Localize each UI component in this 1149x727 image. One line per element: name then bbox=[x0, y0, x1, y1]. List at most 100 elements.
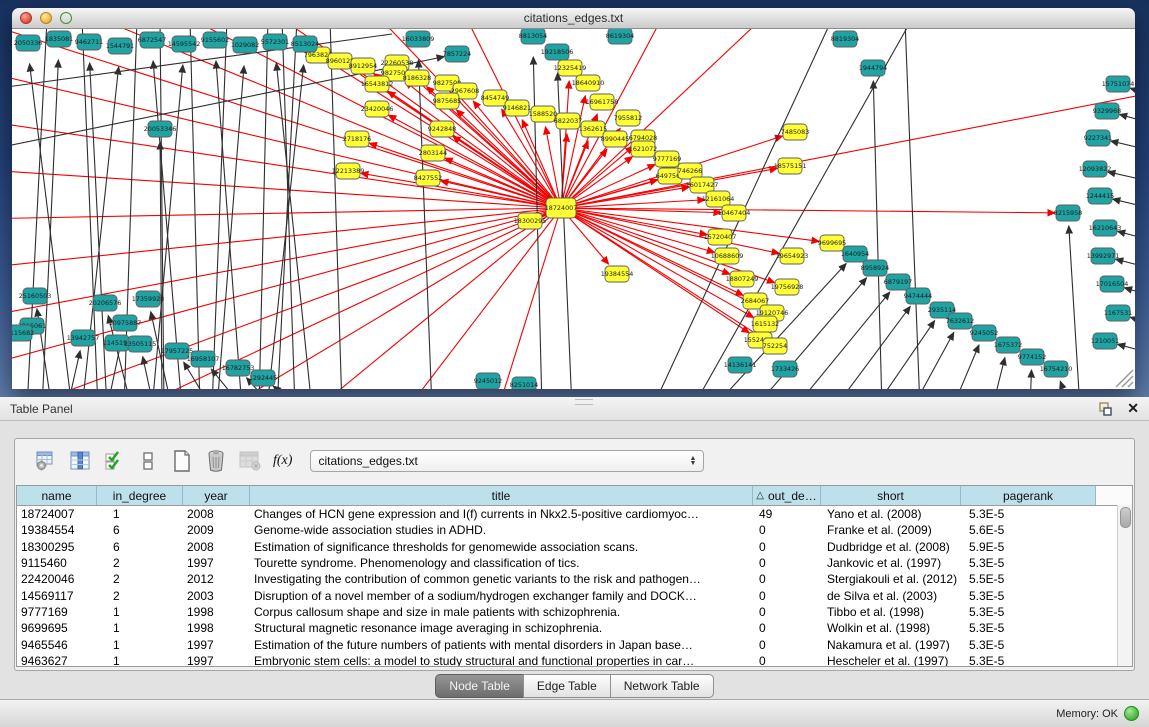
cell-year[interactable]: 2008 bbox=[183, 507, 250, 521]
cell-title[interactable]: Genome-wide association studies in ADHD. bbox=[250, 523, 753, 537]
graph-edge[interactable] bbox=[905, 29, 920, 389]
memory-status-icon[interactable] bbox=[1124, 706, 1139, 721]
graph-node-selected[interactable]: 1615132 bbox=[751, 316, 779, 332]
graph-node[interactable]: 1733426 bbox=[771, 361, 799, 377]
cell-in_degree[interactable]: 6 bbox=[97, 540, 183, 554]
graph-edge[interactable] bbox=[1060, 381, 1070, 389]
graph-edge[interactable] bbox=[834, 306, 910, 389]
graph-node-selected[interactable]: 8427552 bbox=[414, 170, 442, 186]
cell-in_degree[interactable]: 1 bbox=[97, 621, 183, 635]
cell-name[interactable]: 9463627 bbox=[17, 654, 97, 667]
row-height-icon[interactable] bbox=[135, 448, 161, 474]
cell-pagerank[interactable]: 5.3E-5 bbox=[961, 556, 1096, 570]
graph-node[interactable]: 9329968 bbox=[1093, 103, 1121, 119]
close-window-icon[interactable] bbox=[20, 12, 32, 24]
table-row[interactable]: 1872400712008Changes of HCN gene express… bbox=[17, 506, 1132, 522]
cell-title[interactable]: Investigating the contribution of common… bbox=[250, 572, 753, 586]
cell-name[interactable]: 9465546 bbox=[17, 638, 97, 652]
delete-table-icon[interactable] bbox=[237, 448, 263, 474]
graph-node[interactable]: 9227341 bbox=[1084, 130, 1112, 146]
select-rows-icon[interactable] bbox=[101, 448, 127, 474]
cell-pagerank[interactable]: 5.3E-5 bbox=[961, 589, 1096, 603]
column-header-title[interactable]: title bbox=[250, 486, 753, 505]
graph-node[interactable]: 14595542 bbox=[168, 36, 201, 52]
graph-node[interactable]: 20206576 bbox=[89, 295, 122, 311]
graph-node[interactable]: 9155602 bbox=[201, 32, 229, 48]
cell-in_degree[interactable]: 1 bbox=[97, 654, 183, 667]
table-row[interactable]: 1830029562008Estimation of significance … bbox=[17, 539, 1132, 555]
graph-node[interactable]: 30975887 bbox=[109, 315, 142, 331]
graph-node[interactable]: 6879197 bbox=[884, 274, 912, 290]
window-titlebar[interactable]: citations_edges.txt bbox=[12, 8, 1135, 29]
graph-node-selected[interactable]: 19654923 bbox=[776, 248, 809, 264]
cell-title[interactable]: Estimation of the future numbers of pati… bbox=[250, 638, 753, 652]
graph-node-selected[interactable]: 9875685 bbox=[433, 93, 461, 109]
cell-name[interactable]: 18300295 bbox=[17, 540, 97, 554]
graph-node-selected[interactable]: 9146821 bbox=[503, 100, 531, 116]
graph-edge[interactable] bbox=[419, 60, 432, 389]
graph-node[interactable]: 1835081 bbox=[45, 31, 73, 47]
graph-node[interactable]: 8251014 bbox=[510, 377, 538, 389]
cell-pagerank[interactable]: 5.3E-5 bbox=[961, 507, 1096, 521]
cell-short[interactable]: Wolkin et al. (1998) bbox=[821, 621, 961, 635]
cell-year[interactable]: 1997 bbox=[183, 556, 250, 570]
graph-node[interactable]: 1210051 bbox=[1091, 333, 1119, 349]
cell-out_de[interactable]: 0 bbox=[753, 523, 821, 537]
graph-node[interactable]: 1640954 bbox=[841, 246, 869, 262]
cell-year[interactable]: 2009 bbox=[183, 523, 250, 537]
resize-grip-icon[interactable] bbox=[1116, 370, 1133, 387]
graph-node-selected[interactable]: 9242848 bbox=[428, 121, 456, 137]
table-row[interactable]: 1938455462009Genome-wide association stu… bbox=[17, 522, 1132, 538]
graph-node[interactable]: 1029082 bbox=[231, 37, 259, 53]
graph-edge[interactable] bbox=[1120, 114, 1135, 126]
graph-node-selected[interactable]: 16543812 bbox=[361, 76, 394, 92]
graph-node[interactable]: 13505115 bbox=[124, 336, 157, 352]
graph-edge[interactable] bbox=[874, 321, 935, 389]
cell-pagerank[interactable]: 5.3E-5 bbox=[961, 654, 1096, 667]
cell-year[interactable]: 1998 bbox=[183, 605, 250, 619]
graph-node[interactable]: 9462711 bbox=[75, 34, 103, 50]
cell-name[interactable]: 9115460 bbox=[17, 556, 97, 570]
graph-node[interactable]: 7632612 bbox=[946, 313, 974, 329]
new-table-icon[interactable] bbox=[169, 448, 195, 474]
panel-splitter-grip[interactable] bbox=[575, 399, 593, 405]
graph-node[interactable]: 2050336 bbox=[14, 35, 42, 51]
graph-edge-selected[interactable] bbox=[561, 208, 819, 241]
graph-edge[interactable] bbox=[1111, 141, 1135, 153]
cell-out_de[interactable]: 0 bbox=[753, 605, 821, 619]
column-header-out_de[interactable]: △out_de… bbox=[753, 486, 821, 505]
cell-short[interactable]: Dudbridge et al. (2008) bbox=[821, 540, 961, 554]
graph-node[interactable]: 1944794 bbox=[859, 60, 887, 76]
graph-node-selected[interactable]: 18724007 bbox=[545, 198, 578, 218]
graph-node[interactable]: 15751074 bbox=[1102, 76, 1135, 92]
graph-edge[interactable] bbox=[1108, 172, 1135, 184]
graph-node-selected[interactable]: 8990445 bbox=[601, 131, 629, 147]
table-select-dropdown[interactable]: citations_edges.txt ▲▼ bbox=[310, 450, 704, 472]
graph-edge[interactable] bbox=[1130, 317, 1135, 328]
graph-edge[interactable] bbox=[330, 29, 342, 389]
graph-node[interactable]: 16754210 bbox=[1040, 361, 1073, 377]
graph-node-selected[interactable]: 23420046 bbox=[361, 101, 394, 117]
graph-node-selected[interactable]: 12325419 bbox=[554, 60, 587, 76]
graph-node[interactable]: 1675372 bbox=[994, 337, 1022, 353]
cell-short[interactable]: Stergiakouli et al. (2012) bbox=[821, 572, 961, 586]
graph-node[interactable]: 19218506 bbox=[541, 44, 574, 60]
graph-edge[interactable] bbox=[992, 358, 1005, 389]
table-row[interactable]: 969969511998Structural magnetic resonanc… bbox=[17, 620, 1132, 636]
table-row[interactable]: 2242004622012Investigating the contribut… bbox=[17, 571, 1132, 587]
cell-short[interactable]: Tibbo et al. (1998) bbox=[821, 605, 961, 619]
cell-name[interactable]: 14569117 bbox=[17, 589, 97, 603]
cell-short[interactable]: Yano et al. (2008) bbox=[821, 507, 961, 521]
graph-node[interactable]: 9774152 bbox=[1018, 349, 1046, 365]
minimize-window-icon[interactable] bbox=[40, 12, 52, 24]
graph-edge[interactable] bbox=[259, 29, 268, 389]
tab-node-table[interactable]: Node Table bbox=[435, 674, 524, 698]
cell-short[interactable]: Nakamura et al. (1997) bbox=[821, 638, 961, 652]
graph-edge[interactable] bbox=[873, 81, 882, 389]
table-row[interactable]: 911546021997Tourette syndrome. Phenomeno… bbox=[17, 555, 1132, 571]
vertical-scrollbar[interactable] bbox=[1117, 505, 1132, 666]
graph-edge[interactable] bbox=[1124, 288, 1135, 299]
column-header-in_degree[interactable]: in_degree bbox=[97, 486, 183, 505]
graph-node[interactable]: 9245052 bbox=[970, 325, 998, 341]
graph-node[interactable]: 1167531 bbox=[1104, 305, 1132, 321]
